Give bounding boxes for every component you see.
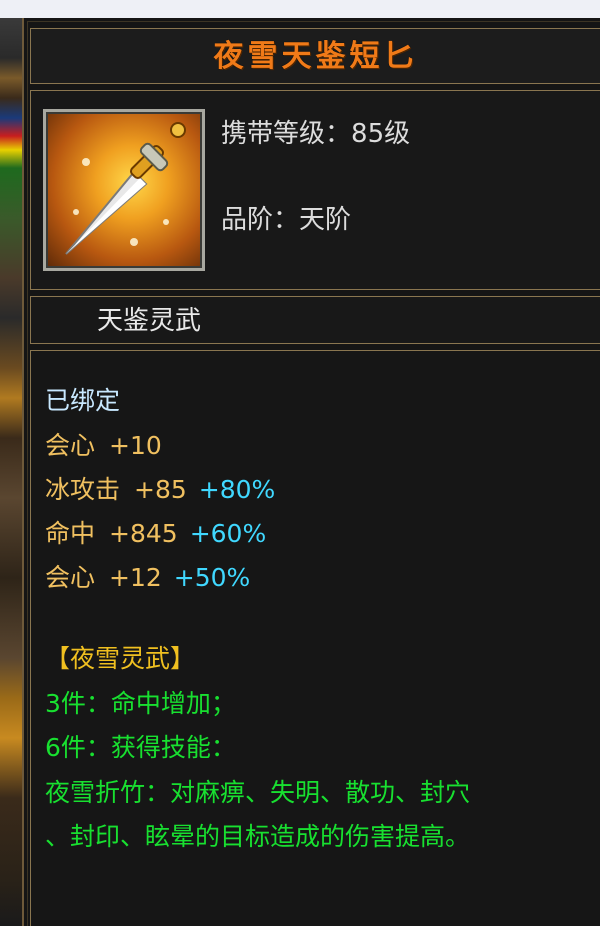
item-category: 天鉴灵武 [97, 306, 202, 336]
carry-level: 携带等级：85级 [221, 119, 411, 149]
window-top-strip [0, 0, 600, 18]
background-scene [0, 18, 22, 926]
item-grade: 品阶：天阶 [221, 205, 352, 235]
bound-status: 已绑定 [45, 386, 121, 415]
dagger-icon [65, 122, 186, 255]
set-title: 【夜雪灵武】 [45, 644, 196, 673]
item-icon-frame [43, 109, 205, 271]
category-bar: 天鉴灵武 [30, 296, 600, 344]
title-bar: 夜雪天鉴短匕 [30, 28, 600, 84]
extra-attribute: 命中 +845 +60% [45, 519, 267, 548]
set-bonus-3: 3件：命中增加； [45, 689, 236, 718]
extra-attribute: 会心 +12 +50% [45, 563, 251, 592]
attributes-panel: 已绑定 会心 +10 冰攻击 +85 +80% 命中 +845 +60% 会心 +12 +50… [30, 350, 600, 926]
set-bonus-6: 6件：获得技能： [45, 733, 236, 762]
item-tooltip: 夜雪天鉴短匕 携带等级：85级 品阶：天阶 天鉴灵武 已绑定 会心 +10 冰攻… [22, 18, 600, 926]
item-info-panel: 携带等级：85级 品阶：天阶 [30, 90, 600, 290]
set-skill-desc-1: 夜雪折竹：对麻痹、失明、散功、封穴 [45, 778, 471, 807]
set-skill-desc-2: 、封印、眩晕的目标造成的伤害提高。 [45, 822, 471, 851]
base-attribute: 会心 +10 [45, 431, 162, 460]
item-name: 夜雪天鉴短匕 [213, 39, 418, 74]
extra-attribute: 冰攻击 +85 +80% [45, 475, 276, 504]
